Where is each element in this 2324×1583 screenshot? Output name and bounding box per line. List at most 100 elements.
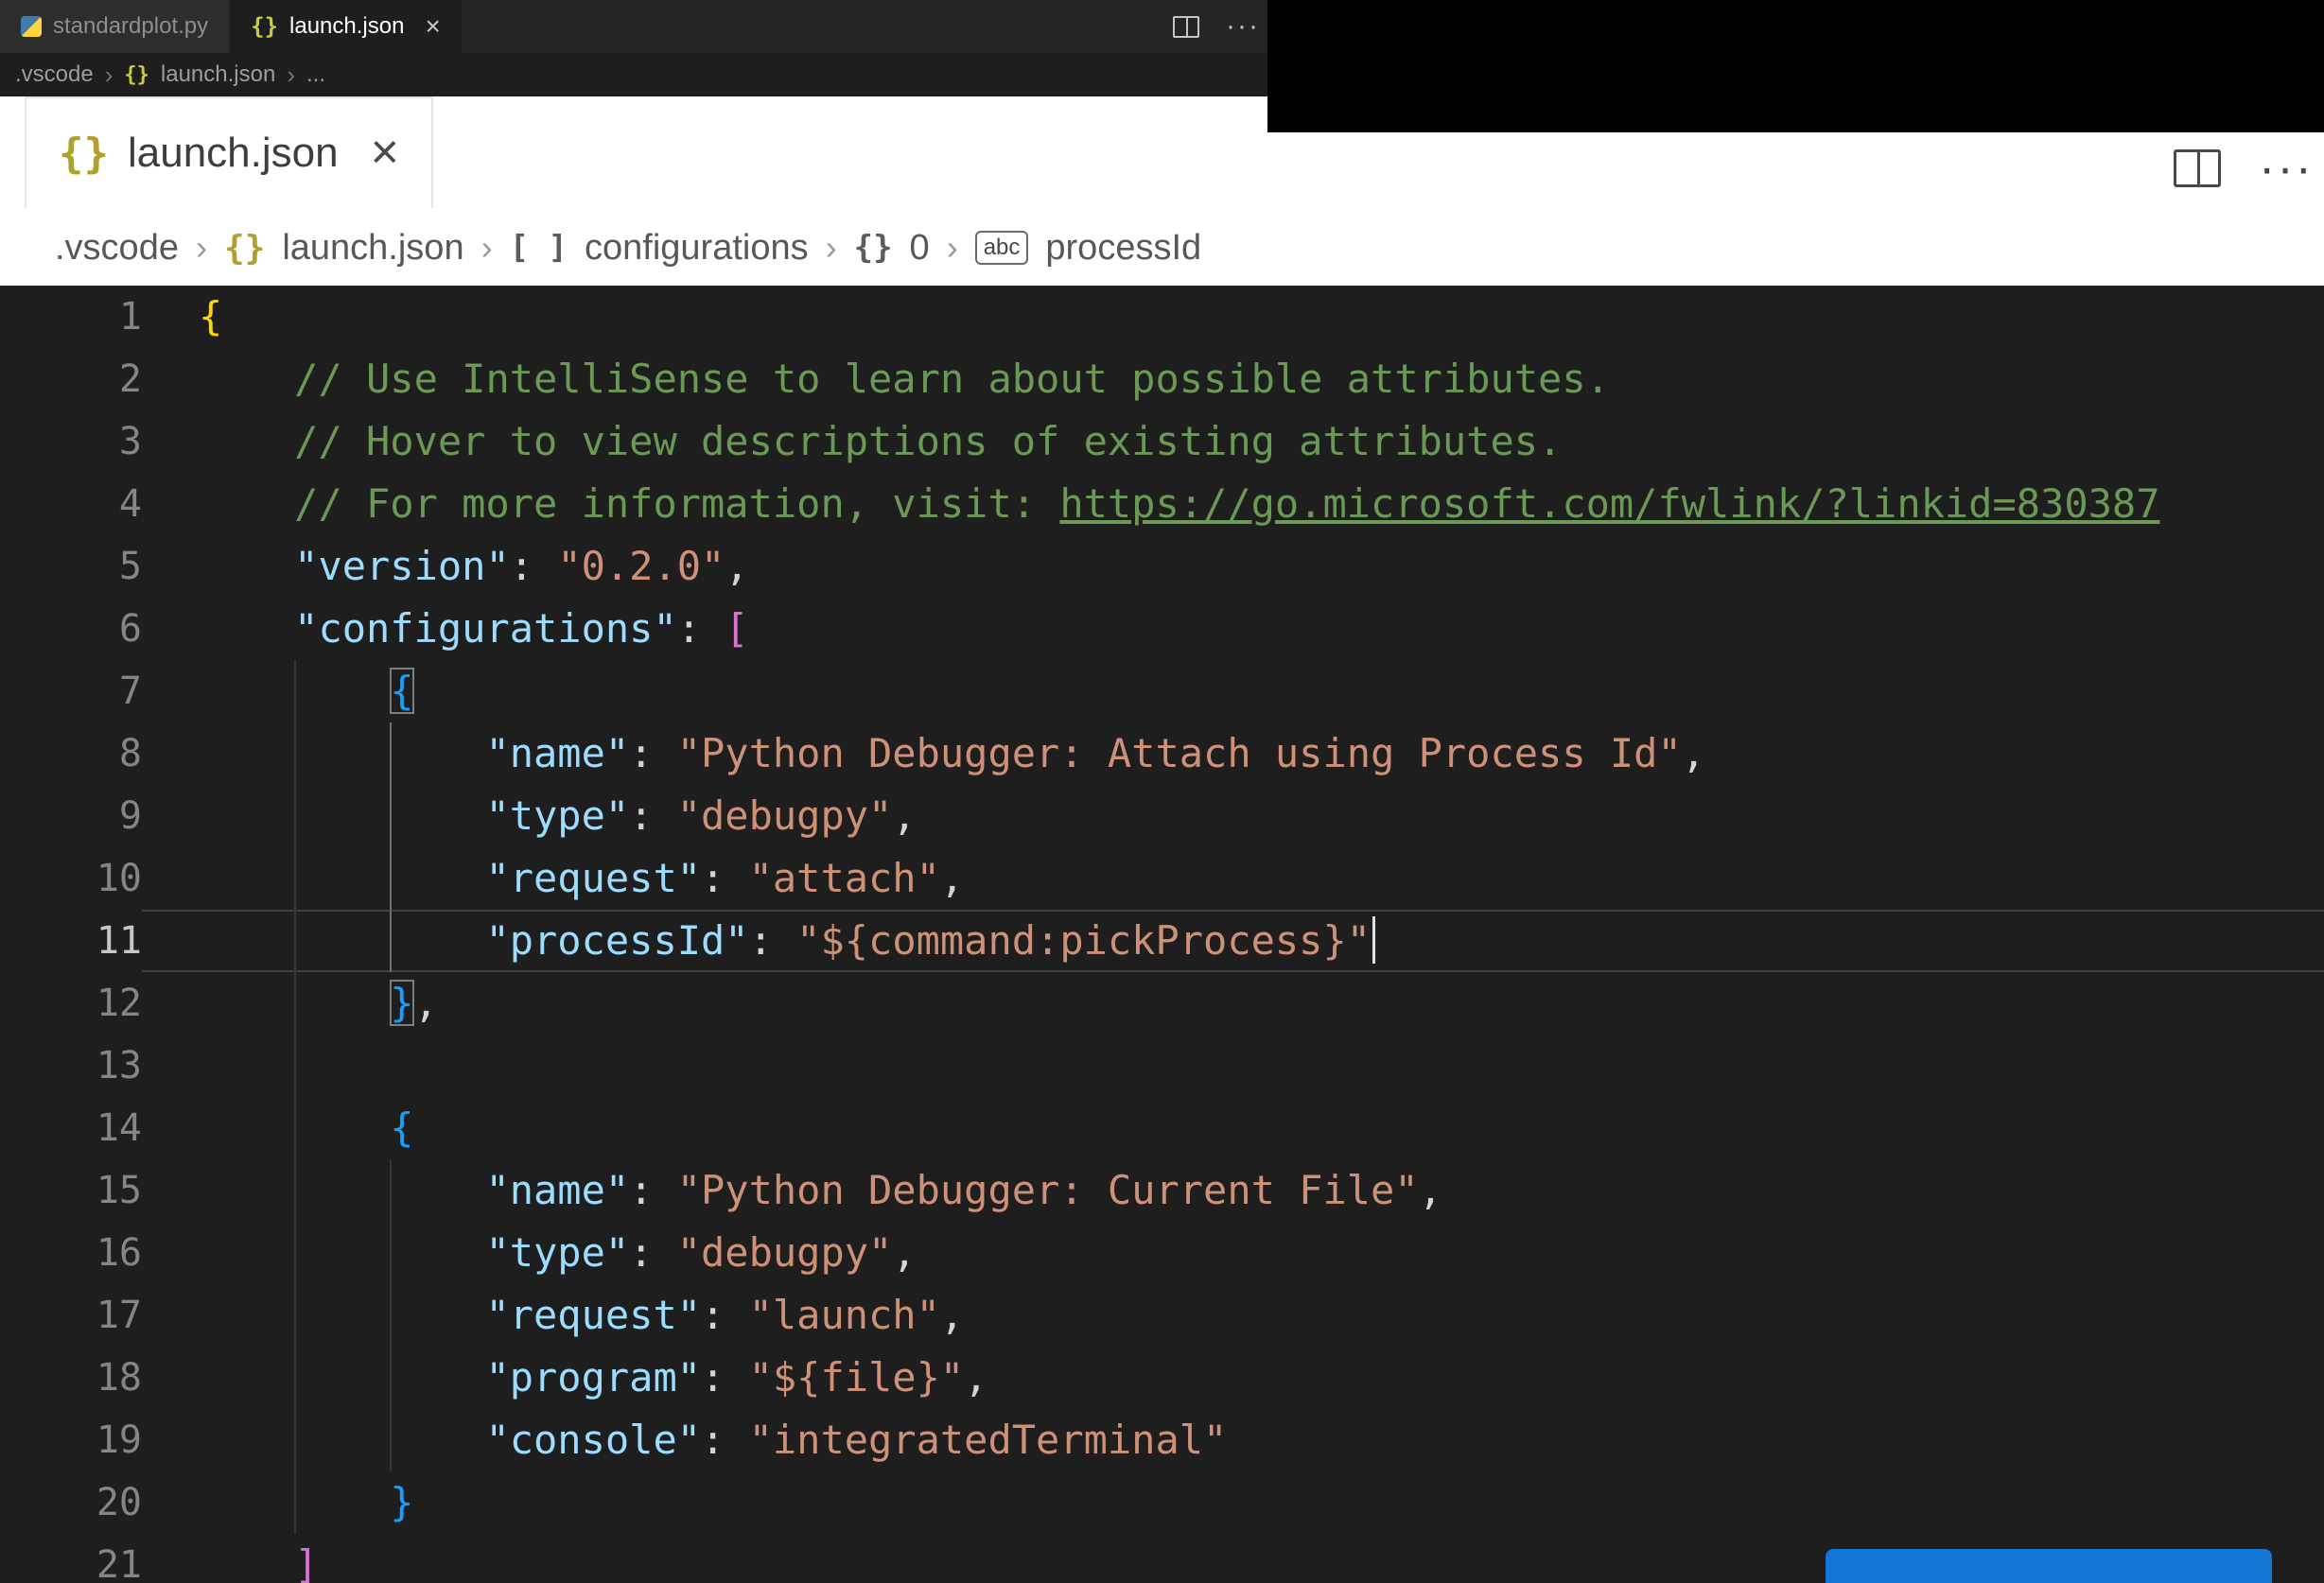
- code-line-7[interactable]: {: [199, 660, 2159, 722]
- line-number[interactable]: 9: [0, 785, 142, 847]
- code-editor[interactable]: 1 2 3 4 5 6 7 8 9 10 11 12 13 14 15 16 17 18 19 20 21 { // U…: [0, 286, 2324, 1583]
- tab-launch-json-large[interactable]: {} launch.json ×: [25, 96, 433, 208]
- line-number[interactable]: 16: [0, 1222, 142, 1284]
- code-line-3[interactable]: // Hover to view descriptions of existin…: [199, 410, 2159, 473]
- code-line-20[interactable]: }: [199, 1471, 2159, 1534]
- code-token: ,: [892, 1229, 917, 1276]
- close-icon[interactable]: ×: [371, 128, 399, 176]
- code-line-12[interactable]: },: [199, 972, 2159, 1035]
- tab-launch-json[interactable]: {} launch.json ×: [230, 0, 462, 53]
- code-token: :: [701, 855, 749, 901]
- code-token: "version": [294, 543, 510, 589]
- code-token: "type": [485, 792, 630, 839]
- code-token: {: [199, 293, 223, 339]
- code-token: "program": [485, 1354, 702, 1400]
- line-number[interactable]: 19: [0, 1409, 142, 1471]
- code-token: "request": [485, 855, 702, 901]
- code-token: "${file}": [748, 1354, 965, 1400]
- breadcrumb-item-vscode[interactable]: .vscode: [55, 228, 179, 269]
- code-line-16[interactable]: "type": "debugpy",: [199, 1222, 2159, 1284]
- code-line-4[interactable]: // For more information, visit: https://…: [199, 473, 2159, 535]
- python-icon: [21, 16, 42, 37]
- code-token: "integratedTerminal": [748, 1417, 1228, 1463]
- line-number[interactable]: 18: [0, 1347, 142, 1409]
- code-line-13[interactable]: [199, 1035, 2159, 1097]
- line-number[interactable]: 12: [0, 972, 142, 1035]
- breadcrumb-item-vscode[interactable]: .vscode: [15, 61, 94, 88]
- json-file-icon: {}: [223, 228, 266, 268]
- breadcrumb-item-configurations[interactable]: configurations: [585, 228, 809, 269]
- code-line-14[interactable]: {: [199, 1097, 2159, 1159]
- code-line-10[interactable]: "request": "attach",: [199, 847, 2159, 910]
- line-number[interactable]: 21: [0, 1534, 142, 1583]
- line-number[interactable]: 13: [0, 1035, 142, 1097]
- code-token: :: [629, 730, 677, 776]
- code-token: :: [701, 1354, 749, 1400]
- breadcrumb-item-launch-json[interactable]: launch.json: [161, 61, 275, 88]
- line-number[interactable]: 6: [0, 598, 142, 660]
- code-token: {: [390, 1105, 414, 1151]
- code-token: "${command:pickProcess}": [796, 917, 1372, 964]
- breadcrumb-item-ellipsis[interactable]: ...: [306, 61, 325, 88]
- breadcrumb-item-processid[interactable]: processId: [1045, 228, 1201, 269]
- line-number[interactable]: 15: [0, 1159, 142, 1222]
- code-line-5[interactable]: "version": "0.2.0",: [199, 535, 2159, 598]
- code-line-6[interactable]: "configurations": [: [199, 598, 2159, 660]
- code-line-17[interactable]: "request": "launch",: [199, 1284, 2159, 1347]
- code-token: :: [629, 1167, 677, 1213]
- code-token: "configurations": [294, 605, 677, 652]
- line-number[interactable]: 20: [0, 1471, 142, 1534]
- close-icon[interactable]: ×: [425, 13, 440, 40]
- breadcrumb-item-0[interactable]: 0: [910, 228, 930, 269]
- code-token: "processId": [485, 917, 749, 964]
- code-line-15[interactable]: "name": "Python Debugger: Current File",: [199, 1159, 2159, 1222]
- code-token: "name": [485, 1167, 630, 1213]
- black-region: [1267, 0, 2324, 132]
- line-number[interactable]: 10: [0, 847, 142, 910]
- line-number[interactable]: 1: [0, 286, 142, 348]
- code-token: "console": [485, 1417, 702, 1463]
- line-number[interactable]: 3: [0, 410, 142, 473]
- add-configuration-button[interactable]: [1826, 1549, 2272, 1583]
- code-line-8[interactable]: "name": "Python Debugger: Attach using P…: [199, 722, 2159, 785]
- line-number[interactable]: 11: [0, 910, 142, 972]
- code-token: :: [748, 917, 797, 964]
- line-number[interactable]: 5: [0, 535, 142, 598]
- code-line-2[interactable]: // Use IntelliSense to learn about possi…: [199, 348, 2159, 410]
- code-line-1[interactable]: {: [199, 286, 2159, 348]
- code-token: "name": [485, 730, 630, 776]
- code-token: :: [629, 792, 677, 839]
- tab-label: launch.json: [127, 130, 339, 176]
- more-actions-icon[interactable]: ···: [2259, 144, 2314, 193]
- string-symbol-icon: abc: [974, 231, 1029, 265]
- code-token: // Use IntelliSense to learn about possi…: [294, 356, 1610, 402]
- line-number[interactable]: 2: [0, 348, 142, 410]
- split-editor-icon[interactable]: [1173, 15, 1199, 38]
- code-line-11[interactable]: "processId": "${command:pickProcess}": [199, 910, 2159, 972]
- tab-label: launch.json: [289, 13, 405, 39]
- line-number[interactable]: 4: [0, 473, 142, 535]
- breadcrumb-item-launch-json[interactable]: launch.json: [282, 228, 463, 269]
- code-token: "debugpy": [676, 792, 893, 839]
- code-token: {: [390, 668, 414, 714]
- code-token: https://go.microsoft.com/fwlink/?linkid=…: [1059, 480, 2160, 527]
- line-number[interactable]: 14: [0, 1097, 142, 1159]
- code-token: :: [629, 1229, 677, 1276]
- tab-standardplot-py[interactable]: standardplot.py: [0, 0, 230, 53]
- more-actions-icon[interactable]: ···: [1226, 12, 1260, 41]
- code-token: ,: [413, 980, 438, 1026]
- line-number[interactable]: 17: [0, 1284, 142, 1347]
- line-number[interactable]: 8: [0, 722, 142, 785]
- line-number[interactable]: 7: [0, 660, 142, 722]
- split-editor-icon[interactable]: [2174, 149, 2221, 187]
- vscode-window: standardplot.py {} launch.json × ··· .vs…: [0, 0, 2324, 1583]
- code-line-18[interactable]: "program": "${file}",: [199, 1347, 2159, 1409]
- code-line-9[interactable]: "type": "debugpy",: [199, 785, 2159, 847]
- code-line-19[interactable]: "console": "integratedTerminal": [199, 1409, 2159, 1471]
